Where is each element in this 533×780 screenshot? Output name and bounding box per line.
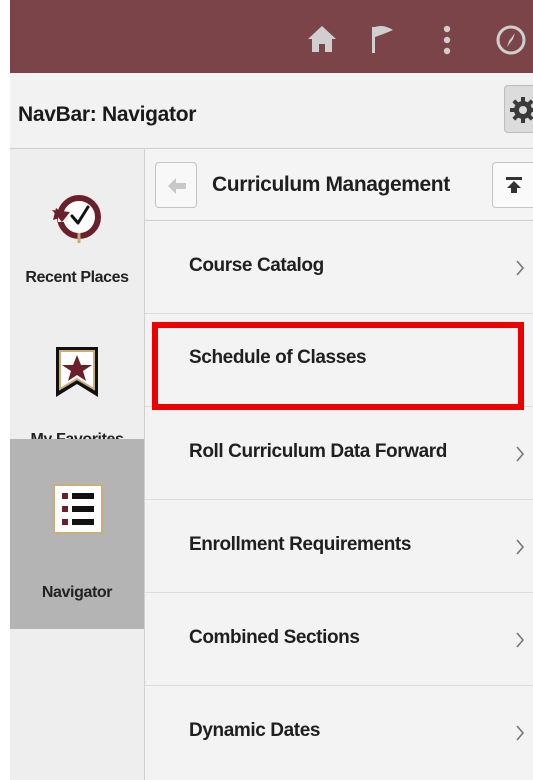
chevron-right-icon bbox=[516, 725, 525, 741]
chevron-right-icon bbox=[516, 539, 525, 555]
back-arrow-icon bbox=[168, 178, 186, 194]
top-navbar bbox=[10, 0, 533, 73]
menu-item-roll-curriculum-data-forward[interactable]: Roll Curriculum Data Forward bbox=[145, 407, 533, 500]
history-clock-icon bbox=[52, 195, 101, 243]
menu-item-enrollment-requirements[interactable]: Enrollment Requirements bbox=[145, 500, 533, 593]
home-icon[interactable] bbox=[306, 24, 338, 59]
flag-icon[interactable] bbox=[369, 24, 395, 59]
rail-item-navigator[interactable]: Navigator bbox=[10, 439, 144, 629]
rail-item-my-favorites[interactable]: My Favorites bbox=[10, 299, 144, 448]
rail-item-label: Recent Places bbox=[25, 269, 129, 286]
panel-header: Curriculum Management bbox=[145, 149, 533, 221]
menu-item-label: Course Catalog bbox=[189, 255, 324, 276]
gear-icon bbox=[510, 97, 533, 123]
menu-item-label: Dynamic Dates bbox=[189, 720, 321, 741]
list-icon bbox=[53, 484, 103, 534]
scroll-top-button[interactable] bbox=[492, 162, 533, 208]
highlight-box bbox=[152, 322, 524, 410]
chevron-right-icon bbox=[516, 632, 525, 648]
menu-item-label: Roll Curriculum Data Forward bbox=[189, 441, 448, 462]
menu-item-dynamic-dates[interactable]: Dynamic Dates bbox=[145, 686, 533, 779]
back-button[interactable] bbox=[155, 162, 197, 208]
chevron-right-icon bbox=[516, 260, 525, 276]
menu-item-label: Combined Sections bbox=[189, 627, 360, 648]
settings-button[interactable] bbox=[504, 85, 533, 133]
navbar-header: NavBar: Navigator bbox=[10, 73, 533, 149]
more-vertical-icon[interactable] bbox=[440, 24, 454, 61]
page-title: NavBar: Navigator bbox=[18, 103, 197, 126]
rail-item-label: Navigator bbox=[41, 584, 113, 601]
chevron-right-icon bbox=[516, 446, 525, 462]
navbar-rail: Recent Places My Favorites Navigator bbox=[10, 149, 145, 780]
scroll-top-icon bbox=[506, 177, 522, 193]
rail-item-recent-places[interactable]: Recent Places bbox=[10, 149, 144, 299]
navigator-panel: Curriculum Management Course Catalog Sch… bbox=[145, 149, 533, 780]
panel-title: Curriculum Management bbox=[212, 173, 450, 196]
menu-item-combined-sections[interactable]: Combined Sections bbox=[145, 593, 533, 686]
menu-item-course-catalog[interactable]: Course Catalog bbox=[145, 221, 533, 314]
menu-item-label: Enrollment Requirements bbox=[189, 534, 412, 555]
star-bookmark-icon bbox=[56, 347, 98, 397]
compass-icon[interactable] bbox=[495, 24, 527, 61]
